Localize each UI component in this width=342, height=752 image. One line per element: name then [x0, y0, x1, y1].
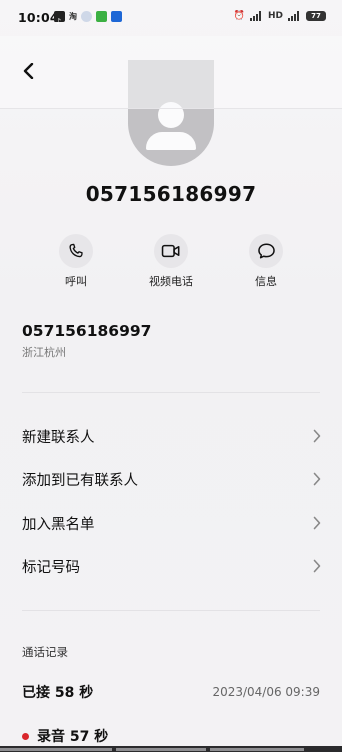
message-icon: [257, 243, 275, 259]
chevron-left-icon: [23, 63, 34, 79]
status-time: 10:04: [18, 10, 59, 25]
cloud-icon: [81, 11, 92, 22]
app-blue-icon: [111, 11, 122, 22]
header-divider: [0, 108, 342, 109]
recording-dot-icon: [22, 732, 29, 740]
signal-icon-2: [288, 11, 301, 21]
new-contact-label: 新建联系人: [22, 429, 95, 446]
contact-number-title: 057156186997: [85, 182, 257, 206]
taobao-icon: 淘: [69, 12, 77, 21]
back-button[interactable]: [14, 56, 44, 86]
chevron-right-icon: [313, 472, 321, 486]
add-to-existing-contact-item[interactable]: 添加到已有联系人: [22, 459, 322, 499]
header-overlay: [0, 36, 342, 108]
call-log-status: 已接 58 秒: [22, 685, 94, 701]
strip-segment: [210, 748, 304, 751]
add-to-existing-contact-label: 添加到已有联系人: [22, 472, 138, 489]
network-type-icon: HD: [267, 11, 283, 21]
mark-number-item[interactable]: 标记号码: [22, 546, 322, 586]
phone-icon: [69, 243, 83, 258]
video-call-circle[interactable]: [154, 234, 188, 268]
message-label: 信息: [255, 275, 277, 288]
alarm-icon: ⏰: [233, 11, 245, 21]
system-icons: ⏰ HD 77: [234, 11, 326, 21]
call-label: 呼叫: [65, 275, 87, 288]
signal-icon: [249, 11, 263, 21]
battery-icon: 77: [306, 11, 326, 21]
call-action[interactable]: 呼叫: [46, 234, 106, 289]
contact-detail-screen: 10:04 淘 ⏰ HD 77 0571561: [0, 0, 342, 752]
mark-number-label: 标记号码: [22, 559, 80, 576]
recording-row[interactable]: 录音 57 秒: [22, 726, 108, 746]
call-log-row[interactable]: 已接 58 秒 2023/04/06 09:39: [22, 682, 320, 702]
phone-location: 浙江杭州: [22, 346, 66, 359]
phone-number[interactable]: 057156186997: [22, 322, 151, 340]
bottom-player-strip: [0, 746, 342, 752]
blacklist-label: 加入黑名单: [22, 516, 95, 533]
avatar-body: [146, 132, 196, 150]
divider: [22, 392, 320, 393]
call-circle[interactable]: [59, 234, 93, 268]
notification-icons: 淘: [54, 11, 122, 22]
new-contact-item[interactable]: 新建联系人: [22, 416, 322, 456]
chevron-right-icon: [313, 559, 321, 573]
strip-segment: [0, 748, 112, 751]
tiktok-icon: [54, 11, 65, 22]
chevron-right-icon: [313, 516, 321, 530]
strip-segment: [116, 748, 206, 751]
recording-label: 录音 57 秒: [37, 729, 109, 745]
call-log-datetime: 2023/04/06 09:39: [212, 685, 320, 699]
status-bar: 10:04 淘 ⏰ HD 77: [0, 0, 342, 36]
app-green-icon: [96, 11, 107, 22]
call-log-title: 通话记录: [22, 645, 68, 659]
chevron-right-icon: [313, 429, 321, 443]
message-action[interactable]: 信息: [236, 234, 296, 289]
divider: [22, 610, 320, 611]
blacklist-item[interactable]: 加入黑名单: [22, 503, 322, 543]
message-circle[interactable]: [249, 234, 283, 268]
video-icon: [161, 244, 180, 258]
video-call-label: 视频电话: [149, 275, 193, 288]
video-call-action[interactable]: 视频电话: [141, 234, 201, 289]
